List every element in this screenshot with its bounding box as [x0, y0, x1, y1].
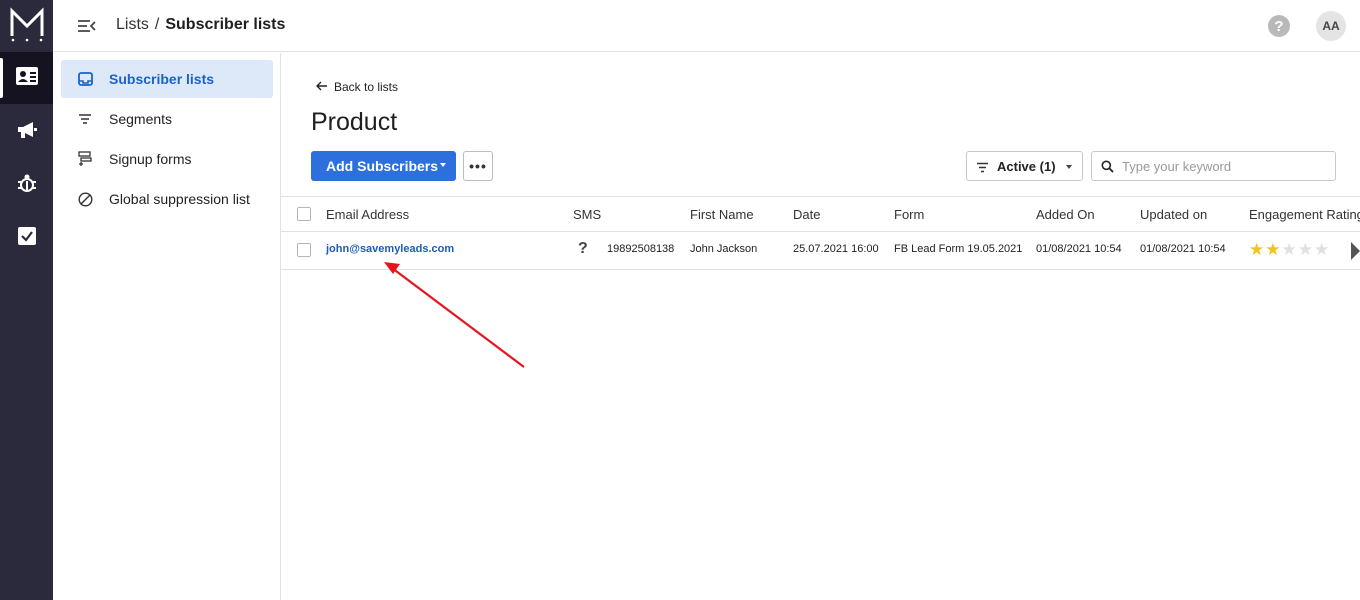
avatar[interactable]: AA [1316, 11, 1346, 41]
rail-item-subscribers[interactable] [0, 52, 53, 104]
add-subscribers-button[interactable]: Add Subscribers [311, 151, 456, 181]
column-header-sms[interactable]: SMS [573, 207, 601, 222]
subnav-item-label: Signup forms [109, 151, 192, 167]
main-content: Back to lists Product Add Subscribers ••… [281, 53, 1360, 600]
page-title: Product [311, 108, 398, 136]
checkbox-icon [17, 226, 36, 250]
rail-item-tasks[interactable] [0, 212, 53, 264]
subnav-item-subscriber-lists[interactable]: Subscriber lists [61, 60, 273, 98]
caret-down-icon[interactable] [440, 163, 446, 167]
block-icon [77, 191, 93, 207]
breadcrumb-parent[interactable]: Lists [116, 16, 149, 33]
form-name: FB Lead Form 19.05.2021 [894, 243, 1023, 255]
subnav-item-signup-forms[interactable]: Signup forms [61, 140, 273, 178]
rail-item-campaigns[interactable] [0, 106, 53, 158]
app-rail [0, 0, 53, 600]
column-header-first-name[interactable]: First Name [690, 207, 754, 222]
added-on: 01/08/2021 10:54 [1036, 243, 1122, 255]
breadcrumb-current: Subscriber lists [165, 16, 286, 33]
rail-item-automation[interactable] [0, 160, 53, 212]
subnav-item-label: Segments [109, 111, 173, 127]
subnav-item-segments[interactable]: Segments [61, 100, 273, 138]
megaphone-icon [16, 120, 38, 145]
subnav-item-global-suppression-list[interactable]: Global suppression list [61, 180, 273, 218]
filter-icon [976, 161, 989, 176]
star-icon: ★ [1297, 240, 1314, 259]
search-input[interactable] [1122, 157, 1327, 175]
subnav-item-label: Global suppression list [109, 191, 250, 207]
star-icon: ★ [1281, 240, 1298, 259]
back-link-label: Back to lists [334, 79, 399, 94]
question-mark-icon: ? [578, 240, 588, 257]
automation-bug-icon [16, 173, 38, 200]
search-icon [1101, 160, 1114, 178]
search-field[interactable] [1091, 151, 1336, 181]
status-filter-label: Active (1) [997, 158, 1056, 174]
more-options-button[interactable]: ••• [463, 151, 493, 181]
row-checkbox[interactable] [297, 243, 311, 257]
column-header-email[interactable]: Email Address [326, 207, 409, 222]
arrow-left-icon [316, 79, 328, 94]
caret-down-icon [1066, 165, 1072, 169]
inbox-icon [77, 71, 93, 87]
first-name: John Jackson [690, 243, 758, 255]
engagement-rating-stars: ★★★★★ [1249, 240, 1330, 260]
subscribers-icon [15, 66, 38, 90]
column-header-date[interactable]: Date [793, 207, 820, 222]
column-header-form[interactable]: Form [894, 207, 924, 222]
filter-lines-icon [77, 111, 93, 127]
form-icon [77, 151, 93, 167]
column-header-engagement-rating[interactable]: Engagement Rating [1249, 207, 1360, 222]
column-header-updated-on[interactable]: Updated on [1140, 207, 1207, 222]
secondary-sidebar: Subscriber lists Segments Signup forms G… [53, 53, 281, 600]
subscriber-email-link[interactable]: john@savemyleads.com [326, 243, 454, 255]
collapse-sidebar-icon[interactable] [77, 16, 97, 36]
m-logo-icon[interactable] [8, 6, 46, 42]
date: 25.07.2021 16:00 [793, 243, 879, 255]
top-bar: Lists / Subscriber lists ? AA [53, 0, 1360, 52]
table-row[interactable]: john@savemyleads.com ? 19892508138 John … [281, 232, 1360, 270]
star-icon: ★ [1265, 240, 1282, 259]
breadcrumb: Lists / Subscriber lists [116, 16, 285, 34]
add-subscribers-label: Add Subscribers [326, 158, 439, 174]
select-all-checkbox[interactable] [297, 207, 311, 221]
star-icon: ★ [1314, 240, 1331, 259]
column-header-added-on[interactable]: Added On [1036, 207, 1095, 222]
expand-arrow-icon[interactable] [1351, 242, 1360, 260]
help-icon[interactable]: ? [1268, 15, 1290, 37]
breadcrumb-separator: / [154, 16, 160, 33]
star-icon: ★ [1249, 240, 1266, 259]
back-to-lists-link[interactable]: Back to lists [316, 79, 398, 94]
subnav-item-label: Subscriber lists [109, 71, 215, 87]
table-header: Email Address SMS First Name Date Form A… [281, 196, 1360, 232]
updated-on: 01/08/2021 10:54 [1140, 243, 1226, 255]
sms-number: 19892508138 [607, 243, 675, 255]
status-filter-dropdown[interactable]: Active (1) [966, 151, 1083, 181]
